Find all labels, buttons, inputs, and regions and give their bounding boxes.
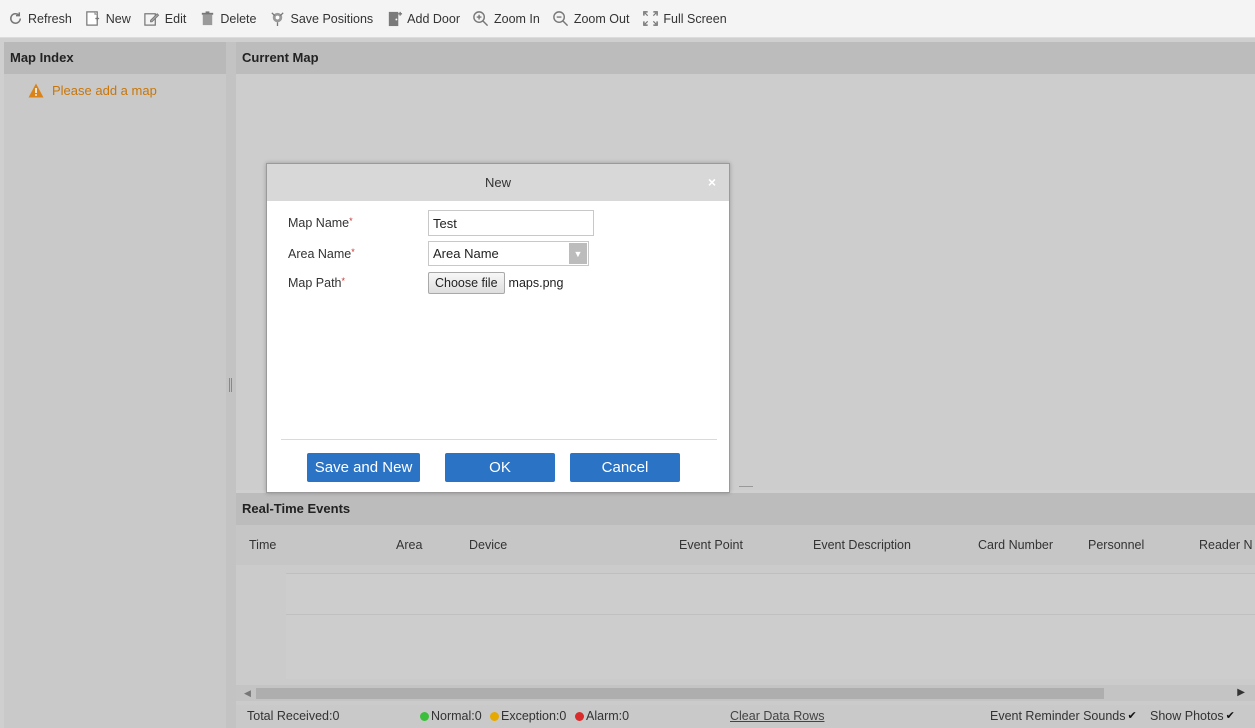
edit-icon bbox=[143, 10, 161, 28]
dialog-title: New bbox=[484, 175, 511, 190]
zoom-in-button[interactable]: Zoom In bbox=[472, 7, 540, 31]
full-screen-icon bbox=[641, 10, 659, 28]
splitter-grip-icon bbox=[229, 378, 232, 392]
edit-button[interactable]: Edit bbox=[143, 7, 187, 31]
toolbar: Refresh New Edit Delete Save Positions A… bbox=[0, 0, 1255, 38]
alarm-count-text: Alarm:0 bbox=[586, 709, 630, 723]
zoom-out-button[interactable]: Zoom Out bbox=[552, 7, 630, 31]
normal-count-text: Normal:0 bbox=[431, 709, 482, 723]
add-map-hint-text: Please add a map bbox=[52, 83, 157, 98]
alarm-status-dot-icon bbox=[575, 711, 584, 721]
refresh-label: Refresh bbox=[28, 11, 72, 26]
map-name-label: Map Name* bbox=[288, 216, 428, 230]
events-status-bar: Total Received:0 Normal:0 Exception:0 Al… bbox=[236, 705, 1255, 728]
column-personnel[interactable]: Personnel bbox=[1088, 538, 1144, 552]
clear-data-rows-link[interactable]: Clear Data Rows bbox=[730, 709, 824, 723]
delete-icon bbox=[198, 10, 216, 28]
table-row-divider bbox=[286, 614, 1255, 615]
full-screen-label: Full Screen bbox=[663, 11, 727, 26]
new-map-dialog: New × Map Name* Area Name* Area Name ▼ M… bbox=[266, 163, 730, 493]
event-reminder-sounds-toggle[interactable]: Event Reminder Sounds ✔ bbox=[990, 709, 1139, 723]
area-name-row: Area Name* Area Name ▼ bbox=[288, 241, 589, 266]
map-path-label-text: Map Path bbox=[288, 276, 342, 290]
column-area[interactable]: Area bbox=[396, 538, 422, 552]
map-index-title: Map Index bbox=[4, 42, 226, 74]
exception-count-text: Exception:0 bbox=[501, 709, 567, 723]
map-index-panel: Map Index Please add a map bbox=[4, 42, 226, 728]
column-reader-name[interactable]: Reader N bbox=[1199, 538, 1253, 552]
map-name-label-text: Map Name bbox=[288, 216, 350, 230]
required-mark: * bbox=[341, 276, 346, 286]
ok-button[interactable]: OK bbox=[445, 453, 555, 482]
add-door-icon bbox=[385, 10, 403, 28]
required-mark: * bbox=[349, 216, 353, 226]
save-positions-label: Save Positions bbox=[290, 11, 374, 26]
map-name-row: Map Name* bbox=[288, 210, 594, 236]
cancel-button[interactable]: Cancel bbox=[570, 453, 680, 482]
dialog-divider bbox=[281, 439, 717, 440]
new-file-icon bbox=[84, 10, 102, 28]
edit-label: Edit bbox=[164, 11, 187, 26]
area-name-label: Area Name* bbox=[288, 247, 428, 261]
save-positions-icon bbox=[268, 10, 286, 28]
add-map-hint: Please add a map bbox=[28, 83, 226, 98]
required-mark: * bbox=[351, 246, 355, 257]
zoom-in-icon bbox=[472, 10, 490, 28]
warning-icon bbox=[28, 83, 44, 98]
add-door-button[interactable]: Add Door bbox=[385, 7, 460, 31]
delete-button[interactable]: Delete bbox=[198, 7, 256, 31]
horizontal-splitter-grip-icon[interactable] bbox=[739, 486, 753, 489]
map-name-input[interactable] bbox=[428, 210, 594, 236]
full-screen-button[interactable]: Full Screen bbox=[641, 7, 727, 31]
area-name-selected-value: Area Name bbox=[433, 246, 499, 261]
add-door-label: Add Door bbox=[407, 11, 460, 26]
real-time-events-title: Real-Time Events bbox=[236, 493, 1255, 525]
refresh-button[interactable]: Refresh bbox=[6, 7, 72, 31]
refresh-icon bbox=[6, 10, 24, 28]
area-name-select[interactable]: Area Name ▼ bbox=[428, 241, 589, 266]
scroll-left-arrow-icon[interactable]: ◀ bbox=[244, 688, 251, 699]
normal-count: Normal:0 bbox=[420, 709, 482, 723]
dialog-header: New × bbox=[267, 164, 729, 201]
map-path-label: Map Path* bbox=[288, 276, 428, 290]
total-received-count: Total Received:0 bbox=[247, 709, 340, 723]
area-name-label-text: Area Name bbox=[288, 246, 352, 261]
column-time[interactable]: Time bbox=[249, 538, 276, 552]
zoom-out-icon bbox=[552, 10, 570, 28]
horizontal-scrollbar[interactable]: ◀ ▶ bbox=[236, 685, 1255, 701]
zoom-out-label: Zoom Out bbox=[573, 11, 630, 26]
scroll-right-arrow-icon[interactable]: ▶ bbox=[1237, 687, 1245, 698]
show-photos-label: Show Photos bbox=[1150, 709, 1224, 723]
events-table-header: Time Area Device Event Point Event Descr… bbox=[236, 525, 1255, 565]
selected-file-name: maps.png bbox=[508, 276, 564, 290]
event-reminder-sounds-checkbox-icon[interactable]: ✔ bbox=[1128, 710, 1139, 722]
save-and-new-button[interactable]: Save and New bbox=[307, 453, 420, 482]
show-photos-toggle[interactable]: Show Photos ✔ bbox=[1150, 709, 1237, 723]
column-device[interactable]: Device bbox=[469, 538, 507, 552]
chevron-down-icon[interactable]: ▼ bbox=[569, 243, 587, 264]
close-icon[interactable]: × bbox=[708, 164, 716, 201]
exception-status-dot-icon bbox=[490, 711, 499, 721]
events-table-body bbox=[286, 573, 1255, 679]
scrollbar-thumb[interactable] bbox=[256, 688, 1104, 699]
choose-file-button[interactable]: Choose file bbox=[428, 272, 505, 294]
exception-count: Exception:0 bbox=[490, 709, 566, 723]
new-button[interactable]: New bbox=[84, 7, 131, 31]
delete-label: Delete bbox=[220, 11, 257, 26]
vertical-splitter[interactable] bbox=[226, 42, 236, 728]
normal-status-dot-icon bbox=[420, 711, 429, 721]
save-positions-button[interactable]: Save Positions bbox=[268, 7, 373, 31]
alarm-count: Alarm:0 bbox=[575, 709, 629, 723]
real-time-events-panel: Real-Time Events Time Area Device Event … bbox=[236, 493, 1255, 728]
map-path-row: Map Path* Choose file maps.png bbox=[288, 272, 563, 294]
current-map-title: Current Map bbox=[236, 42, 1255, 74]
zoom-in-label: Zoom In bbox=[493, 11, 540, 26]
column-event-point[interactable]: Event Point bbox=[679, 538, 743, 552]
column-card-number[interactable]: Card Number bbox=[978, 538, 1053, 552]
event-reminder-sounds-label: Event Reminder Sounds bbox=[990, 709, 1126, 723]
show-photos-checkbox-icon[interactable]: ✔ bbox=[1226, 710, 1237, 722]
new-label: New bbox=[105, 11, 131, 26]
column-event-description[interactable]: Event Description bbox=[813, 538, 911, 552]
